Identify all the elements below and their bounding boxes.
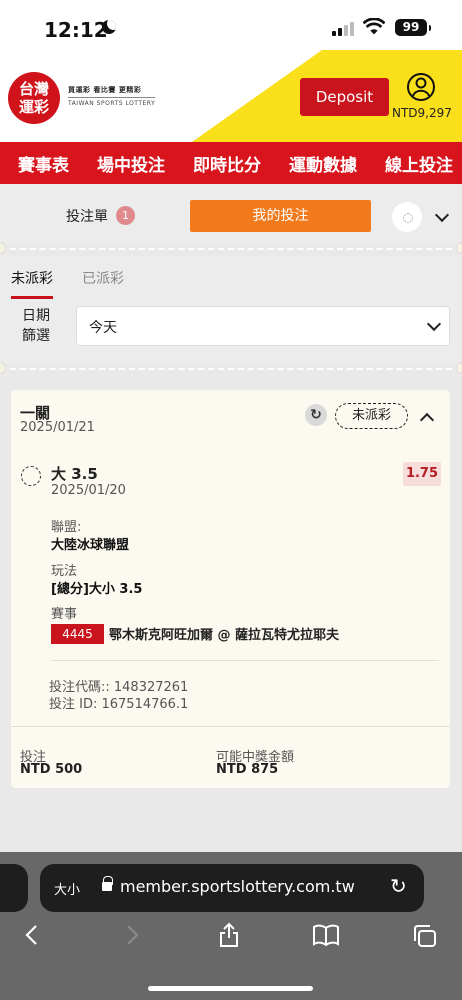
refresh-icon[interactable]: ↻ bbox=[305, 404, 327, 426]
divider bbox=[0, 368, 462, 370]
tabs-icon[interactable] bbox=[412, 924, 438, 948]
nav-live-scores[interactable]: 即時比分 bbox=[193, 151, 261, 176]
lock-icon bbox=[102, 876, 113, 891]
nav-schedule[interactable]: 賽事表 bbox=[18, 151, 69, 176]
logo-english: TAIWAN SPORTS LOTTERY bbox=[68, 97, 156, 107]
browser-toolbar: 大小 member.sportslottery.com.tw ↻ bbox=[0, 852, 462, 1000]
bet-slip-tab[interactable]: 投注單 bbox=[66, 206, 108, 226]
home-indicator bbox=[148, 986, 313, 991]
filter-panel: 未派彩 已派彩 日期 篩選 今天 bbox=[0, 256, 462, 364]
moon-icon bbox=[102, 20, 116, 34]
account-balance: NTD9,297 bbox=[392, 106, 452, 120]
status-bar: 12:12 99 bbox=[0, 0, 462, 50]
date-filter-select[interactable]: 今天 bbox=[76, 306, 450, 346]
bet-bar: 投注單 1 我的投注 bbox=[0, 184, 462, 246]
user-icon[interactable] bbox=[406, 72, 436, 102]
previous-tab-preview[interactable] bbox=[0, 864, 28, 912]
reload-icon[interactable]: ↻ bbox=[390, 874, 407, 898]
signal-icon bbox=[332, 22, 354, 36]
main-nav: 賽事表 場中投注 即時比分 運動數據 線上投注 bbox=[0, 142, 462, 184]
event-number: 4445 bbox=[51, 624, 104, 644]
date-filter-label: 日期 篩選 bbox=[22, 308, 50, 344]
divider bbox=[0, 248, 462, 250]
divider bbox=[11, 726, 450, 727]
stake-value: NTD 500 bbox=[20, 762, 83, 777]
my-bets-button[interactable]: 我的投注 bbox=[190, 200, 371, 232]
deposit-button[interactable]: Deposit bbox=[300, 78, 389, 116]
bookmarks-icon[interactable] bbox=[312, 924, 340, 946]
divider-notch bbox=[456, 362, 462, 374]
tab-unsettled[interactable]: 未派彩 bbox=[11, 268, 53, 299]
league-value: 大陸冰球聯盟 bbox=[51, 538, 130, 553]
share-icon[interactable] bbox=[218, 922, 240, 948]
chevron-up-icon[interactable] bbox=[419, 412, 435, 428]
logo[interactable]: 台灣運彩 bbox=[8, 72, 60, 124]
payout-value: NTD 875 bbox=[216, 762, 279, 777]
back-icon[interactable] bbox=[24, 924, 40, 946]
date-filter-value: 今天 bbox=[89, 320, 117, 336]
url-text[interactable]: member.sportslottery.com.tw bbox=[120, 877, 355, 896]
bet-id: 投注 ID: 167514766.1 bbox=[49, 697, 189, 712]
clock: 12:12 bbox=[44, 18, 108, 42]
wifi-icon bbox=[363, 18, 385, 35]
nav-sports-data[interactable]: 運動數據 bbox=[289, 151, 357, 176]
settings-icon[interactable] bbox=[392, 202, 422, 232]
status-badge: 未派彩 bbox=[335, 403, 408, 429]
market-value: [總分]大小 3.5 bbox=[51, 582, 143, 597]
chevron-down-icon[interactable] bbox=[434, 207, 450, 223]
bet-date: 2025/01/21 bbox=[20, 420, 95, 435]
selection-status-icon bbox=[21, 466, 41, 486]
odds-badge: 1.75 bbox=[403, 462, 441, 486]
event-label: 賽事 bbox=[51, 607, 78, 622]
nav-online-betting[interactable]: 線上投注 bbox=[385, 151, 453, 176]
bet-card: 一關 2025/01/21 ↻ 未派彩 大 3.5 2025/01/20 1.7… bbox=[11, 390, 450, 788]
battery-indicator: 99 bbox=[395, 19, 431, 36]
selection-name: 大 3.5 bbox=[51, 465, 98, 483]
divider-notch bbox=[456, 242, 462, 254]
site-header: 台灣運彩 買運彩 看比賽 更精彩 TAIWAN SPORTS LOTTERY D… bbox=[0, 50, 462, 142]
text-size-button[interactable]: 大小 bbox=[54, 879, 80, 898]
tab-settled[interactable]: 已派彩 bbox=[82, 268, 124, 288]
divider bbox=[51, 660, 439, 661]
event-name: 鄂木斯克阿旺加爾 @ 薩拉瓦特尤拉耶夫 bbox=[109, 628, 340, 643]
selection-date: 2025/01/20 bbox=[51, 483, 126, 498]
address-bar[interactable]: 大小 member.sportslottery.com.tw ↻ bbox=[40, 864, 424, 912]
forward-icon[interactable] bbox=[124, 924, 140, 946]
chevron-down-icon bbox=[426, 316, 442, 332]
nav-live-betting[interactable]: 場中投注 bbox=[97, 151, 165, 176]
bet-slip-count: 1 bbox=[116, 206, 135, 225]
logo-tagline: 買運彩 看比賽 更精彩 bbox=[68, 86, 142, 94]
market-label: 玩法 bbox=[51, 564, 78, 579]
league-label: 聯盟: bbox=[51, 520, 82, 535]
